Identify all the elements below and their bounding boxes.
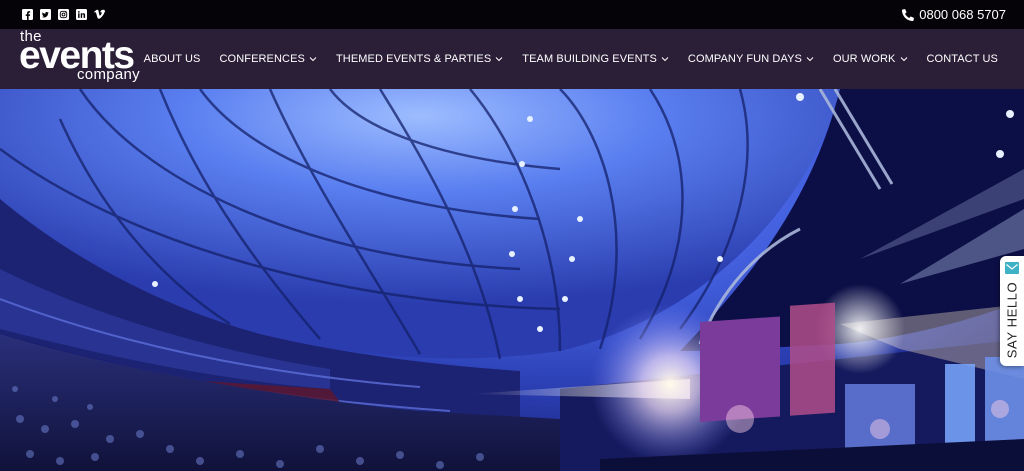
nav-label: COMPANY FUN DAYS [687, 53, 802, 65]
phone-icon [902, 8, 915, 21]
nav-item-team-building[interactable]: TEAM BUILDING EVENTS [513, 53, 679, 65]
nav-item-conferences[interactable]: CONFERENCES [210, 53, 326, 65]
arena-illustration [0, 89, 1024, 471]
chevron-down-icon [900, 55, 908, 63]
logo[interactable]: the events company [19, 29, 150, 89]
instagram-icon[interactable] [58, 9, 69, 20]
logo-text-company: company [77, 66, 140, 83]
say-hello-tab[interactable]: SAY HELLO [1000, 256, 1024, 366]
phone-number: 0800 068 5707 [919, 7, 1006, 22]
nav-label: THEMED EVENTS & PARTIES [335, 53, 492, 65]
nav-item-themed-events[interactable]: THEMED EVENTS & PARTIES [326, 53, 512, 65]
nav-item-about-us[interactable]: ABOUT US [134, 53, 210, 65]
hero-image: SAY HELLO [0, 89, 1024, 471]
chevron-down-icon [495, 55, 503, 63]
site-header: the events company ABOUT US CONFERENCES … [0, 29, 1024, 89]
chevron-down-icon [309, 55, 317, 63]
facebook-icon[interactable] [22, 9, 33, 20]
nav-label: ABOUT US [143, 53, 201, 65]
nav-label: TEAM BUILDING EVENTS [522, 53, 657, 65]
nav-item-company-fun-days[interactable]: COMPANY FUN DAYS [678, 53, 823, 65]
vimeo-icon[interactable] [94, 9, 105, 20]
chevron-down-icon [806, 55, 814, 63]
linkedin-icon[interactable] [76, 9, 87, 20]
say-hello-label: SAY HELLO [1004, 281, 1020, 359]
nav-label: CONTACT US [926, 53, 998, 65]
top-bar: 0800 068 5707 [0, 0, 1024, 29]
nav-item-our-work[interactable]: OUR WORK [823, 53, 917, 65]
mail-icon [1005, 262, 1019, 274]
social-links [22, 9, 105, 20]
chevron-down-icon [661, 55, 669, 63]
nav-label: OUR WORK [832, 53, 896, 65]
nav-item-contact-us[interactable]: CONTACT US [917, 53, 998, 65]
twitter-icon[interactable] [40, 9, 51, 20]
phone-link[interactable]: 0800 068 5707 [902, 7, 1006, 22]
main-nav: ABOUT US CONFERENCES THEMED EVENTS & PAR… [134, 29, 998, 89]
nav-label: CONFERENCES [219, 53, 305, 65]
